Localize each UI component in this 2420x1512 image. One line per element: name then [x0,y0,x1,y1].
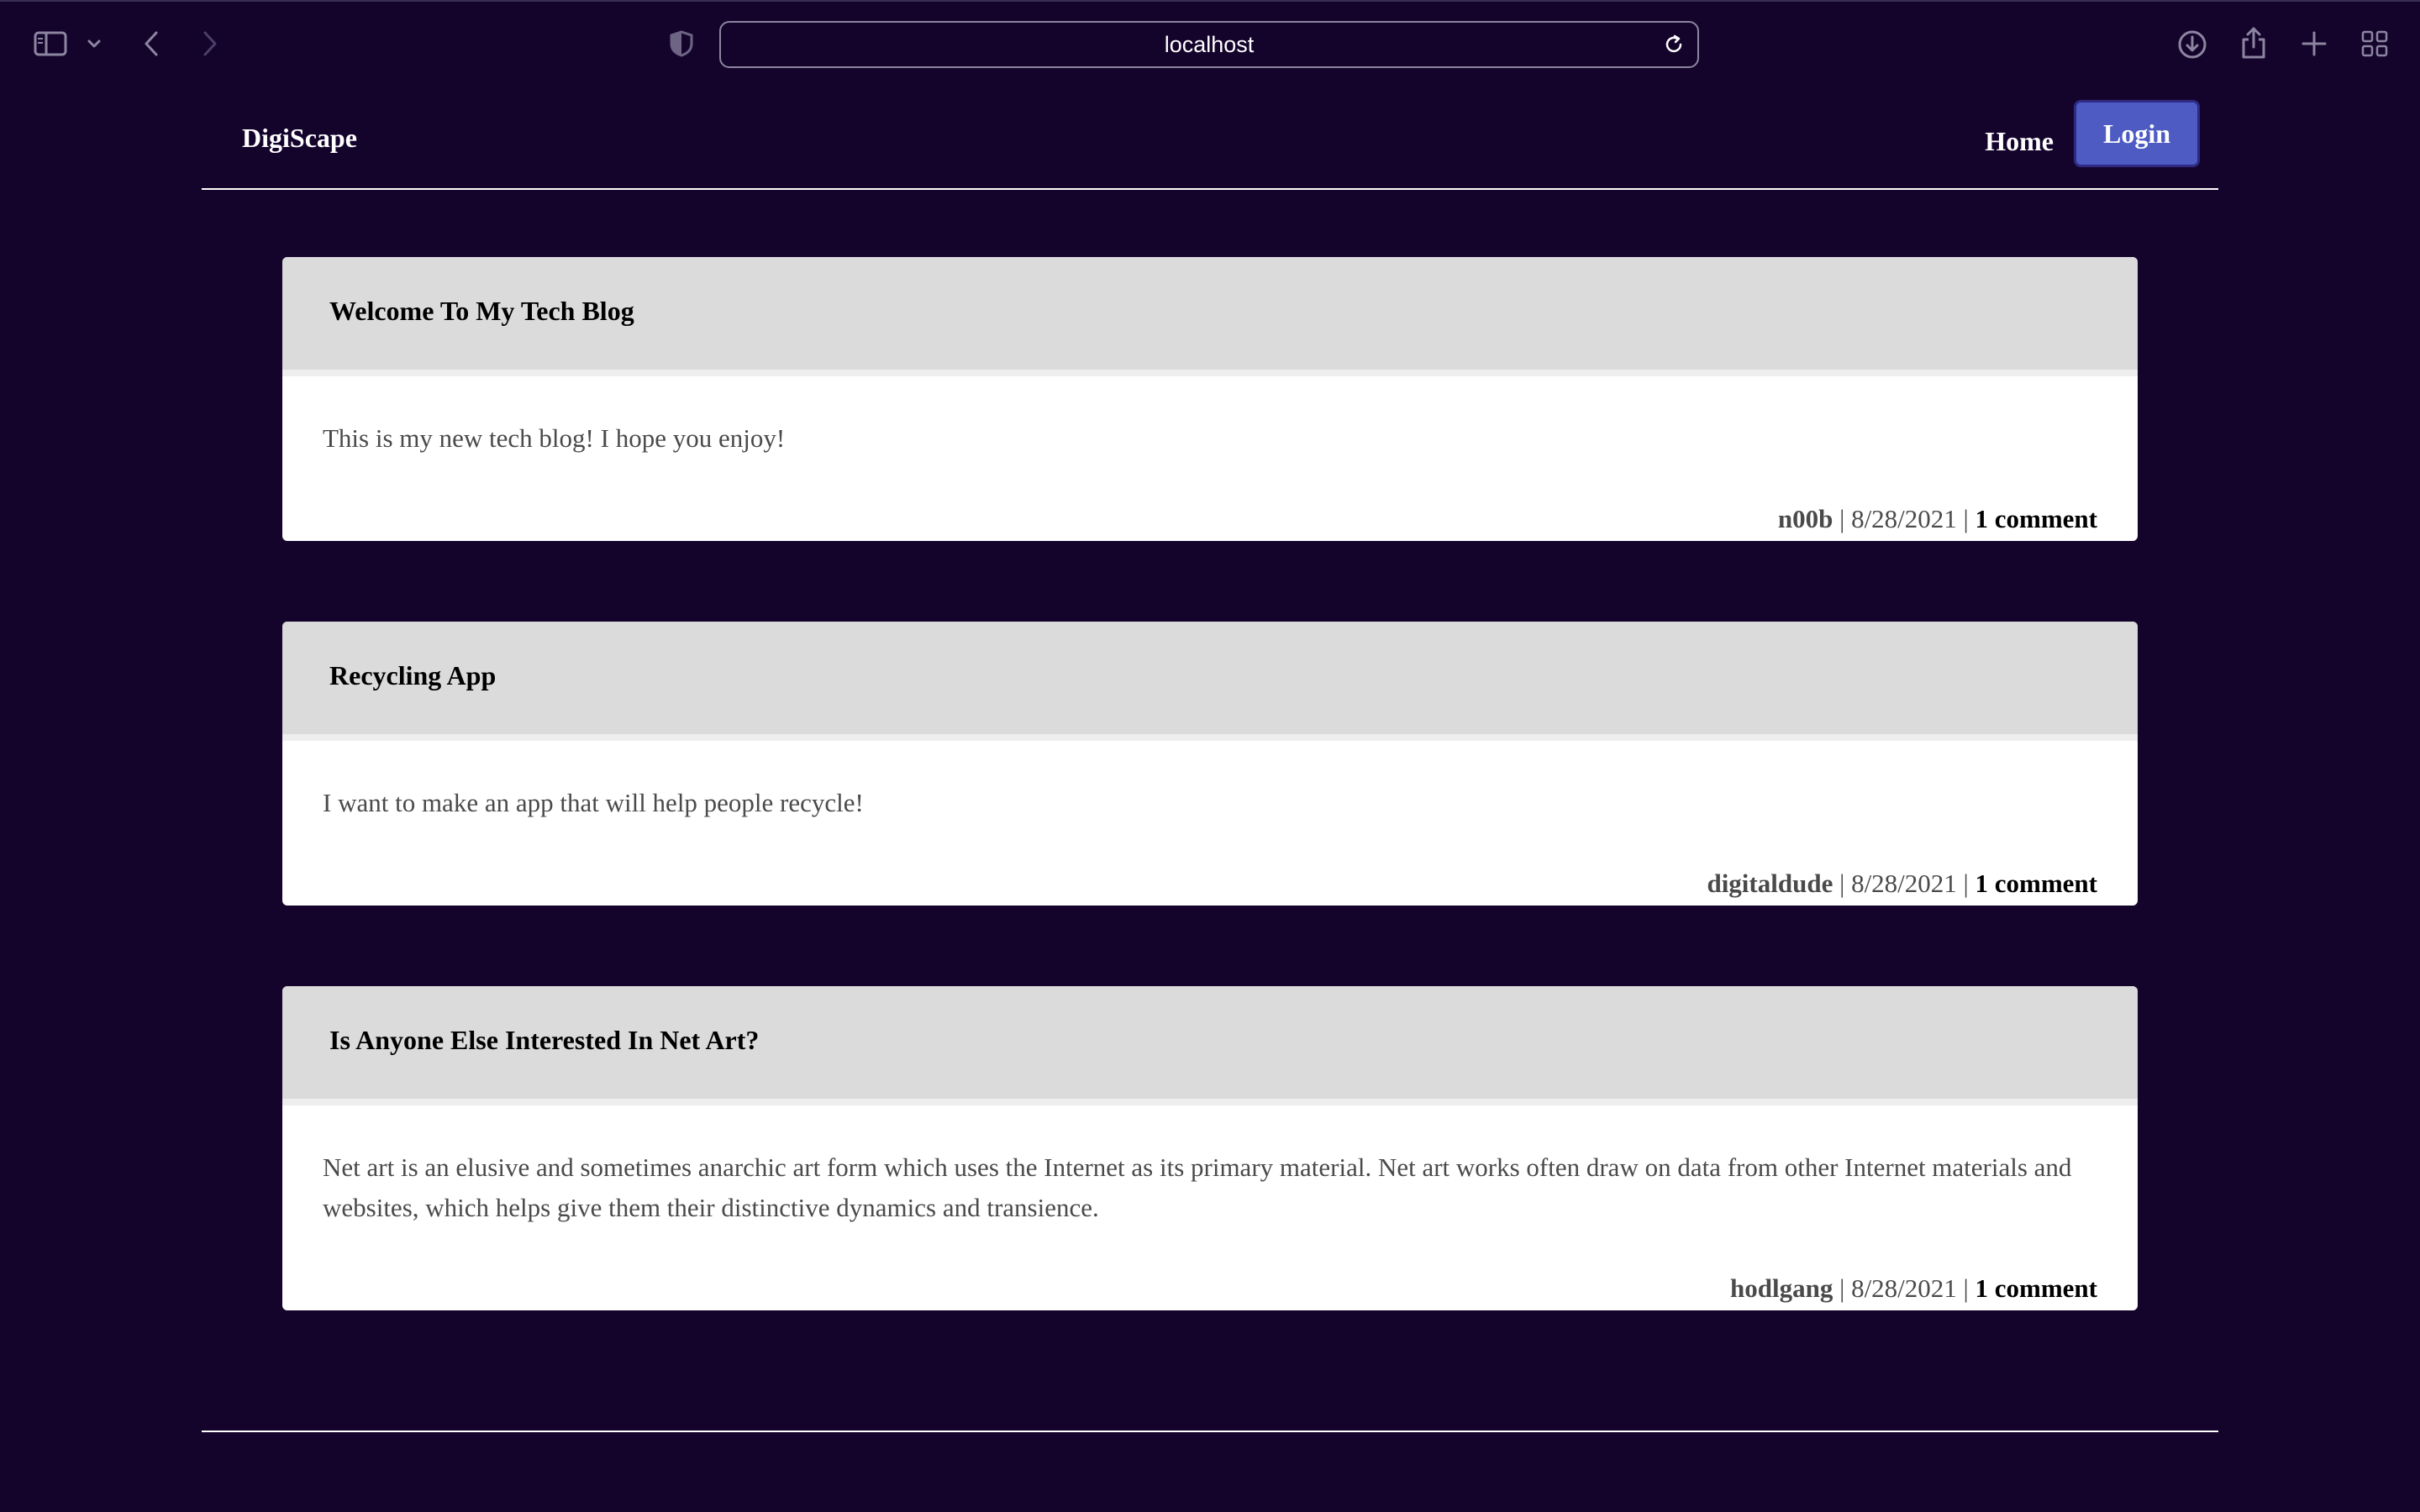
post-card: Is Anyone Else Interested In Net Art? Ne… [282,986,2138,1310]
sidebar-menu-button[interactable] [84,34,104,54]
post-body: Net art is an elusive and sometimes anar… [323,1152,2072,1222]
reload-icon [1665,34,1682,53]
forward-arrow-icon [203,31,217,56]
post-author: hodlgang [1730,1273,1833,1303]
post-meta: n00b | 8/28/2021 | 1 comment [1778,504,2097,534]
post-comments-link[interactable]: 1 comment [1975,1273,2097,1303]
post-author: n00b [1777,504,1833,533]
post-header: Welcome To My Tech Blog [282,257,2138,376]
post-meta: hodlgang | 8/28/2021 | 1 comment [1730,1273,2097,1304]
reload-button[interactable] [1662,33,1686,56]
meta-separator: | [1963,1273,1969,1303]
post-date: 8/28/2021 [1851,504,1957,533]
back-button[interactable] [138,27,165,60]
address-bar[interactable]: localhost [719,21,1699,68]
tab-overview-icon [2361,30,2388,57]
privacy-report-button[interactable] [667,29,696,59]
meta-separator: | [1839,1273,1845,1303]
post-body: I want to make an app that will help peo… [323,788,864,817]
post-header: Is Anyone Else Interested In Net Art? [282,986,2138,1105]
post-title[interactable]: Is Anyone Else Interested In Net Art? [329,1025,759,1056]
forward-button[interactable] [197,27,224,60]
nav-home-link[interactable]: Home [1985,126,2054,157]
new-tab-icon [2302,31,2327,56]
post-date: 8/28/2021 [1851,1273,1957,1303]
shield-icon [670,30,693,57]
login-button[interactable]: Login [2074,100,2200,167]
share-button[interactable] [2238,25,2269,60]
post-card: Recycling App I want to make an app that… [282,622,2138,906]
site-header: DigiScape Home Login [202,84,2218,190]
meta-separator: | [1839,869,1845,898]
share-icon [2242,27,2265,59]
footer-divider [202,1431,2218,1432]
post-header: Recycling App [282,622,2138,741]
post-title[interactable]: Welcome To My Tech Blog [329,296,634,327]
post-comments-link[interactable]: 1 comment [1975,869,2097,898]
back-arrow-icon [145,31,158,56]
sidebar-toggle-button[interactable] [30,27,71,60]
site-brand[interactable]: DigiScape [242,123,357,154]
post-comments-link[interactable]: 1 comment [1975,504,2097,533]
new-tab-button[interactable] [2299,29,2329,59]
post-title[interactable]: Recycling App [329,660,496,691]
post-card: Welcome To My Tech Blog This is my new t… [282,257,2138,541]
post-body: This is my new tech blog! I hope you enj… [323,423,786,453]
tab-overview-button[interactable] [2360,29,2390,59]
url-text: localhost [1164,31,1255,57]
browser-toolbar: localhost [0,0,2420,86]
meta-separator: | [1963,504,1969,533]
post-author: digitaldude [1707,869,1833,898]
downloads-button[interactable] [2176,29,2208,60]
post-date: 8/28/2021 [1851,869,1957,898]
post-meta: digitaldude | 8/28/2021 | 1 comment [1707,869,2097,899]
meta-separator: | [1839,504,1845,533]
download-icon [2178,30,2207,59]
chevron-down-icon [87,39,101,48]
sidebar-icon [34,31,67,56]
meta-separator: | [1963,869,1969,898]
